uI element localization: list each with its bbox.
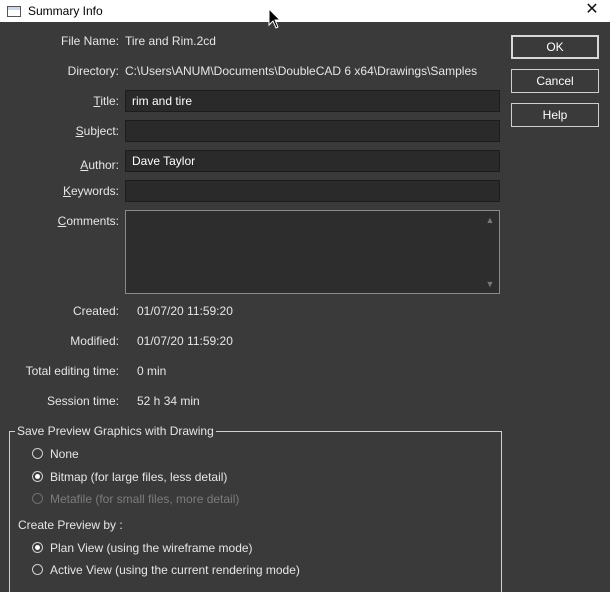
file-name-value: Tire and Rim.2cd <box>125 34 216 48</box>
comments-label: Comments: <box>57 214 119 228</box>
close-icon[interactable]: ✕ <box>580 0 604 22</box>
radio-none-label[interactable]: None <box>50 447 79 461</box>
title-field[interactable]: rim and tire <box>125 90 500 112</box>
modified-value: 01/07/20 11:59:20 <box>137 334 233 348</box>
preview-group-title: Save Preview Graphics with Drawing <box>15 424 216 438</box>
radio-active-view[interactable] <box>32 564 43 575</box>
radio-bitmap[interactable] <box>32 471 43 482</box>
file-name-label: File Name: <box>60 34 119 48</box>
create-preview-label: Create Preview by : <box>18 518 123 532</box>
total-editing-label: Total editing time: <box>25 364 119 378</box>
radio-plan-view[interactable] <box>32 542 43 553</box>
radio-bitmap-label[interactable]: Bitmap (for large files, less detail) <box>50 470 227 484</box>
radio-plan-view-label[interactable]: Plan View (using the wireframe mode) <box>50 541 253 555</box>
scroll-down-icon[interactable]: ▼ <box>482 277 498 291</box>
created-label: Created: <box>72 304 119 318</box>
directory-value: C:\Users\ANUM\Documents\DoubleCAD 6 x64\… <box>125 64 478 78</box>
session-time-label: Session time: <box>46 394 119 408</box>
mouse-cursor-icon <box>268 8 282 29</box>
author-label: Author: <box>80 158 119 172</box>
subject-label: Subject: <box>75 124 119 138</box>
session-time-value: 52 h 34 min <box>137 394 200 408</box>
subject-field[interactable] <box>125 120 500 142</box>
cancel-button[interactable]: Cancel <box>511 69 599 93</box>
created-value: 01/07/20 11:59:20 <box>137 304 233 318</box>
scroll-up-icon[interactable]: ▲ <box>482 213 498 227</box>
app-window-icon <box>7 5 21 17</box>
comments-textarea[interactable]: ▲ ▼ <box>125 210 500 294</box>
help-button[interactable]: Help <box>511 103 599 127</box>
keywords-field[interactable] <box>125 180 500 202</box>
title-bar: Summary Info ✕ <box>0 0 610 22</box>
radio-metafile-label: Metafile (for small files, more detail) <box>50 492 240 506</box>
radio-metafile <box>32 493 43 504</box>
comments-scrollbar[interactable]: ▲ ▼ <box>482 212 498 292</box>
keywords-label: Keywords: <box>62 184 119 198</box>
radio-active-view-label[interactable]: Active View (using the current rendering… <box>50 563 300 577</box>
ok-button[interactable]: OK <box>511 35 599 59</box>
total-editing-value: 0 min <box>137 364 167 378</box>
window-title: Summary Info <box>28 4 103 18</box>
radio-none[interactable] <box>32 448 43 459</box>
modified-label: Modified: <box>70 334 119 348</box>
title-label: Title: <box>93 94 119 108</box>
directory-label: Directory: <box>67 64 119 78</box>
author-field[interactable]: Dave Taylor <box>125 150 500 172</box>
